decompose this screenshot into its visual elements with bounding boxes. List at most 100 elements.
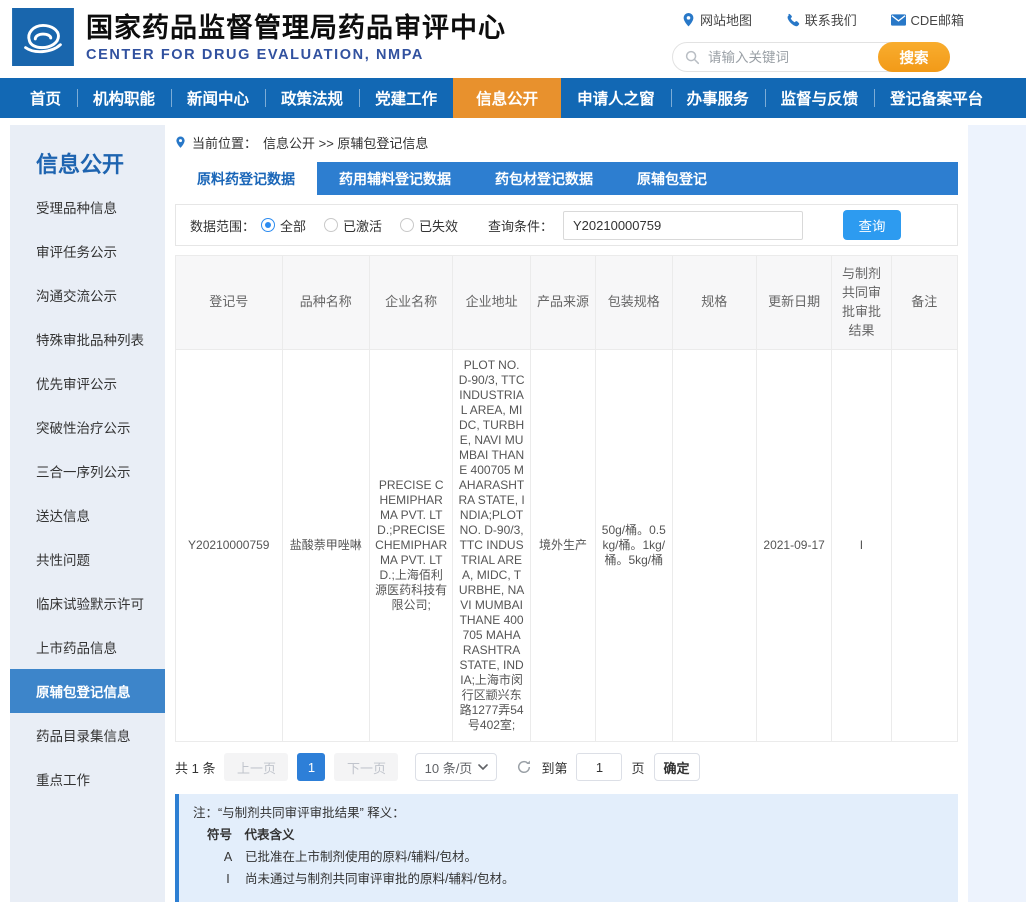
- main-area: 信息公开 受理品种信息 审评任务公示 沟通交流公示 特殊审批品种列表 优先审评公…: [0, 125, 1026, 902]
- results-table: 登记号 品种名称 企业名称 企业地址 产品来源 包装规格 规格 更新日期 与制剂…: [175, 255, 958, 742]
- header-right: 网站地图 联系我们 CDE邮箱 搜索: [664, 8, 964, 29]
- sidebar-item-three-in-one[interactable]: 三合一序列公示: [10, 449, 165, 493]
- table-row: Y20210000759 盐酸萘甲唑啉 PRECISE CHEMIPHARMA …: [176, 350, 958, 742]
- pagination-total: 共 1 条: [175, 758, 215, 777]
- cell-packaging-spec: 50g/桶。0.5kg/桶。1kg/桶。5kg/桶: [596, 350, 672, 742]
- tab-raw-material-packaging[interactable]: 原辅包登记: [615, 162, 729, 195]
- location-icon: [175, 135, 186, 149]
- location-pin-icon: [682, 12, 695, 27]
- content-area: 当前位置： 信息公开 >> 原辅包登记信息 原料药登记数据 药用辅料登记数据 药包…: [175, 125, 958, 902]
- col-update-date: 更新日期: [756, 256, 831, 350]
- query-button[interactable]: 查询: [843, 210, 901, 240]
- prev-page-button[interactable]: 上一页: [224, 753, 288, 781]
- chevron-down-icon: [478, 764, 488, 770]
- nav-item-label: 登记备案平台: [890, 87, 983, 109]
- next-page-button[interactable]: 下一页: [334, 753, 398, 781]
- quick-links: 网站地图 联系我们 CDE邮箱: [664, 8, 964, 29]
- query-group: 查询条件：: [488, 211, 803, 240]
- note-symbol: I: [211, 869, 245, 891]
- col-packaging-spec: 包装规格: [596, 256, 672, 350]
- data-tabs: 原料药登记数据 药用辅料登记数据 药包材登记数据 原辅包登记: [175, 162, 958, 195]
- site-title: 国家药品监督管理局药品审评中心: [86, 12, 506, 44]
- note-header: 符号 代表含义: [193, 825, 944, 847]
- pagination: 共 1 条 上一页 1 下一页 10 条/页 到第 页 确定: [175, 753, 958, 781]
- query-input[interactable]: [563, 211, 803, 240]
- radio-expired-label: 已失效: [419, 216, 458, 235]
- sidebar-item-delivery-info[interactable]: 送达信息: [10, 493, 165, 537]
- sitemap-link[interactable]: 网站地图: [682, 10, 752, 29]
- table-header-row: 登记号 品种名称 企业名称 企业地址 产品来源 包装规格 规格 更新日期 与制剂…: [176, 256, 958, 350]
- nav-item-party[interactable]: 党建工作: [359, 78, 453, 118]
- tab-excipient-registration[interactable]: 药用辅料登记数据: [317, 162, 473, 195]
- nav-item-label: 政策法规: [281, 87, 343, 109]
- nav-item-news[interactable]: 新闻中心: [171, 78, 265, 118]
- page-size-select[interactable]: 10 条/页: [415, 753, 497, 781]
- search-button[interactable]: 搜索: [878, 42, 950, 72]
- goto-label: 到第: [541, 758, 567, 777]
- radio-option-all[interactable]: 全部: [261, 216, 306, 235]
- nav-item-info-disclosure[interactable]: 信息公开: [453, 78, 561, 118]
- contact-link[interactable]: 联系我们: [786, 10, 857, 29]
- nav-item-label: 办事服务: [687, 87, 749, 109]
- sidebar-item-raw-material-registration[interactable]: 原辅包登记信息: [10, 669, 165, 713]
- nav-item-label: 监督与反馈: [781, 87, 859, 109]
- radio-option-expired[interactable]: 已失效: [400, 216, 458, 235]
- goto-confirm-button[interactable]: 确定: [654, 753, 700, 781]
- goto-suffix-label: 页: [631, 758, 644, 777]
- legend-note: 注：“与制剂共同审评审批结果” 释义： 符号 代表含义 A 已批准在上市制剂使用…: [175, 794, 958, 902]
- sidebar-item-priority-review[interactable]: 优先审评公示: [10, 361, 165, 405]
- nav-item-policies[interactable]: 政策法规: [265, 78, 359, 118]
- radio-activated[interactable]: [324, 218, 338, 232]
- nav-item-applicant[interactable]: 申请人之窗: [561, 78, 671, 118]
- refresh-button[interactable]: [516, 759, 532, 775]
- cell-variety-name: 盐酸萘甲唑啉: [282, 350, 369, 742]
- nav-item-home[interactable]: 首页: [14, 78, 77, 118]
- sidebar-item-key-work[interactable]: 重点工作: [10, 757, 165, 801]
- note-meaning: 尚未通过与制剂共同审评审批的原料/辅料/包材。: [245, 869, 514, 891]
- nav-item-label: 机构职能: [93, 87, 155, 109]
- sidebar-item-special-approval[interactable]: 特殊审批品种列表: [10, 317, 165, 361]
- scope-label: 数据范围：: [190, 216, 255, 235]
- site-header: 国家药品监督管理局药品审评中心 CENTER FOR DRUG EVALUATI…: [0, 0, 1026, 78]
- col-registration-no: 登记号: [176, 256, 283, 350]
- cde-logo-icon: [12, 8, 74, 66]
- sidebar-item-drug-catalog[interactable]: 药品目录集信息: [10, 713, 165, 757]
- nav-item-registration-platform[interactable]: 登记备案平台: [874, 78, 999, 118]
- sidebar-item-accepted-varieties[interactable]: 受理品种信息: [10, 185, 165, 229]
- breadcrumb: 当前位置： 信息公开 >> 原辅包登记信息: [175, 133, 958, 151]
- page-number-button[interactable]: 1: [297, 753, 325, 781]
- note-title: 注：“与制剂共同审评审批结果” 释义：: [193, 803, 944, 825]
- radio-all-label: 全部: [280, 216, 306, 235]
- sidebar-item-communication[interactable]: 沟通交流公示: [10, 273, 165, 317]
- cell-spec: [672, 350, 756, 742]
- sidebar-item-breakthrough-therapy[interactable]: 突破性治疗公示: [10, 405, 165, 449]
- cell-remarks: [891, 350, 957, 742]
- site-search: 搜索: [672, 42, 950, 72]
- breadcrumb-prefix: 当前位置：: [192, 133, 257, 152]
- cde-mail-link-label: CDE邮箱: [911, 10, 964, 29]
- cell-company-name: PRECISE CHEMIPHARMA PVT. LTD.;PRECISE CH…: [369, 350, 452, 742]
- tab-api-registration[interactable]: 原料药登记数据: [175, 162, 317, 195]
- sidebar-item-review-tasks[interactable]: 审评任务公示: [10, 229, 165, 273]
- sidebar-item-common-issues[interactable]: 共性问题: [10, 537, 165, 581]
- goto-page-input[interactable]: [576, 753, 622, 781]
- nav-item-functions[interactable]: 机构职能: [77, 78, 171, 118]
- radio-expired[interactable]: [400, 218, 414, 232]
- main-nav: 首页 机构职能 新闻中心 政策法规 党建工作 信息公开 申请人之窗 办事服务 监…: [0, 78, 1026, 118]
- col-joint-review-result: 与制剂共同审批审批结果: [832, 256, 891, 350]
- breadcrumb-path: 信息公开 >> 原辅包登记信息: [263, 133, 428, 152]
- nav-item-services[interactable]: 办事服务: [671, 78, 765, 118]
- col-company-address: 企业地址: [453, 256, 530, 350]
- cde-mail-link[interactable]: CDE邮箱: [891, 10, 964, 29]
- sidebar-item-marketed-drugs[interactable]: 上市药品信息: [10, 625, 165, 669]
- right-background-strip: [968, 125, 1026, 902]
- nav-item-label: 申请人之窗: [577, 87, 655, 109]
- col-remarks: 备注: [891, 256, 957, 350]
- radio-option-activated[interactable]: 已激活: [324, 216, 382, 235]
- search-input[interactable]: [708, 50, 878, 65]
- note-row-a: A 已批准在上市制剂使用的原料/辅料/包材。: [193, 847, 944, 869]
- tab-packaging-registration[interactable]: 药包材登记数据: [473, 162, 615, 195]
- sidebar-item-clinical-trial[interactable]: 临床试验默示许可: [10, 581, 165, 625]
- radio-all[interactable]: [261, 218, 275, 232]
- nav-item-supervision[interactable]: 监督与反馈: [765, 78, 875, 118]
